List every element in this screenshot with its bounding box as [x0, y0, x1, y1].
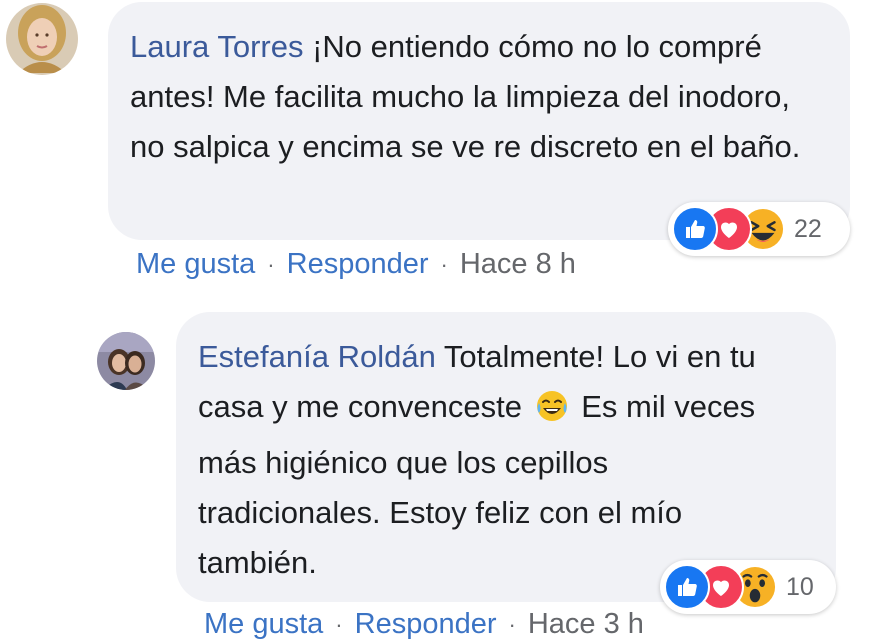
- separator-dot: ·: [335, 611, 343, 637]
- avatar-laura-torres[interactable]: [6, 3, 78, 75]
- like-link[interactable]: Me gusta: [136, 248, 255, 281]
- like-icon: [664, 564, 710, 610]
- tears-of-joy-emoji: [535, 388, 569, 438]
- avatar-estefania-roldan[interactable]: [97, 332, 155, 390]
- comment-author-name[interactable]: Laura Torres: [130, 29, 303, 64]
- reaction-summary[interactable]: 22: [668, 202, 850, 256]
- reply-bubble: Estefanía Roldán Totalmente! Lo vi en tu…: [176, 312, 836, 602]
- reaction-summary[interactable]: 10: [660, 560, 836, 614]
- comment-author-name[interactable]: Estefanía Roldán: [198, 339, 436, 374]
- comment-timestamp[interactable]: Hace 3 h: [528, 608, 644, 641]
- comment-actions: Me gusta · Responder · Hace 8 h: [136, 248, 576, 281]
- reaction-count: 22: [794, 214, 822, 243]
- like-link[interactable]: Me gusta: [204, 608, 323, 641]
- reaction-count: 10: [786, 572, 814, 601]
- separator-dot: ·: [267, 251, 275, 277]
- comment-actions: Me gusta · Responder · Hace 3 h: [204, 608, 644, 641]
- like-icon: [672, 206, 718, 252]
- separator-dot: ·: [440, 251, 448, 277]
- reply-link[interactable]: Responder: [355, 608, 497, 641]
- comment-thread: Laura Torres ¡No entiendo cómo no lo com…: [0, 0, 882, 641]
- separator-dot: ·: [508, 611, 516, 637]
- comment-timestamp[interactable]: Hace 8 h: [460, 248, 576, 281]
- reply-link[interactable]: Responder: [287, 248, 429, 281]
